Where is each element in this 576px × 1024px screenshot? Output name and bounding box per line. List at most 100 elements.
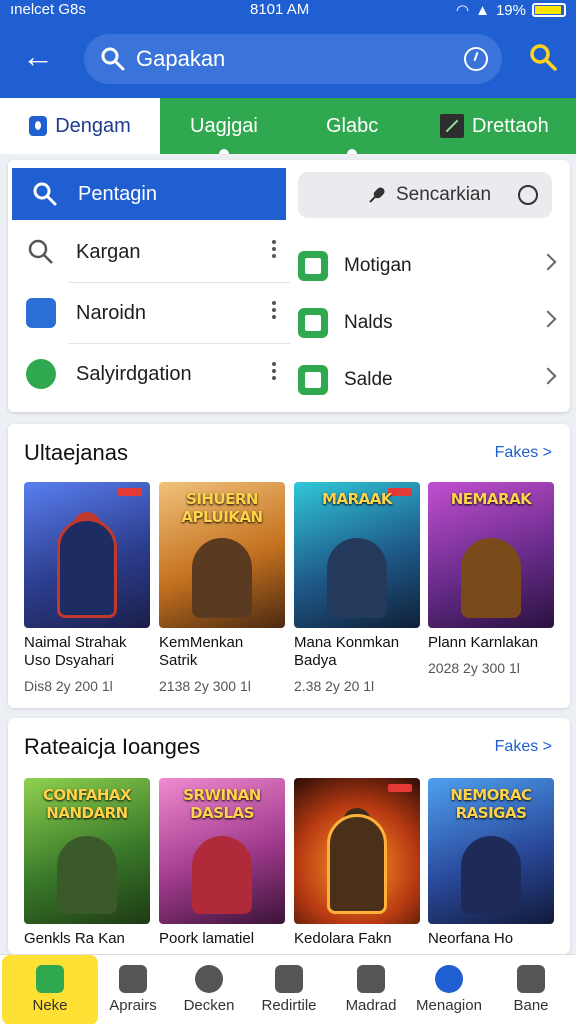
app-icon — [298, 308, 328, 338]
search-icon — [28, 239, 53, 264]
nav-menagion[interactable]: Menagion — [408, 955, 490, 1024]
battery-percent: 19% — [495, 1, 526, 19]
game-meta: 2.38 2y 20 1l — [294, 678, 375, 694]
game-thumbnail — [24, 482, 150, 628]
game-card[interactable]: Kedolara Fakn — [294, 778, 420, 948]
tab-uagjgai[interactable]: Uagjgai — [190, 98, 258, 154]
game-card[interactable]: SIHUERN APLUIKAN KemMenkan Satrik 2138 2… — [159, 482, 285, 694]
nav-bane[interactable]: Bane — [490, 955, 572, 1024]
app-icon — [298, 365, 328, 395]
tab-dengam[interactable]: Dengam — [0, 98, 160, 154]
list-item-salde[interactable]: Salde — [296, 352, 564, 408]
nav-label: Aprairs — [109, 997, 157, 1014]
minus-circle-icon — [26, 359, 56, 389]
timer-icon — [518, 185, 538, 205]
app-icon — [298, 251, 328, 281]
game-logo: NEMARAK — [450, 490, 532, 508]
document-icon — [26, 298, 56, 328]
nav-label: Madrad — [345, 997, 397, 1014]
nav-madrad[interactable]: Madrad — [330, 955, 412, 1024]
search-submit-icon[interactable] — [528, 42, 558, 72]
profile-icon — [195, 965, 223, 993]
list-item-label: Kargan — [76, 240, 141, 263]
more-vert-icon[interactable] — [272, 301, 276, 321]
game-title: Kedolara Fakn — [294, 930, 392, 947]
more-vert-icon[interactable] — [272, 240, 276, 260]
tab-label: Drettaoh — [472, 114, 549, 137]
nav-label: Redirtile — [261, 997, 317, 1014]
nav-redirtile[interactable]: Redirtile — [248, 955, 330, 1024]
nav-decken[interactable]: Decken — [168, 955, 250, 1024]
badge — [118, 488, 142, 496]
list-item-label: Naroidn — [76, 301, 147, 324]
quick-panel: Pentagin Sencarkian Kargan Naroidn Salyi… — [8, 160, 570, 412]
gallery-icon — [275, 965, 303, 993]
game-thumbnail: CONFAHAX NANDARN — [24, 778, 150, 924]
search-bar[interactable] — [84, 34, 502, 84]
game-card[interactable]: CONFAHAX NANDARN Genkls Ra Kan — [24, 778, 150, 948]
see-more-link[interactable]: Fakes > — [495, 444, 552, 462]
tab-label: Uagjgai — [190, 114, 258, 137]
game-title: Naimal Strahak Uso Dsyahari — [24, 634, 127, 669]
game-meta: Dis8 2y 200 1l — [24, 678, 113, 694]
game-meta: 2028 2y 300 1l — [428, 660, 520, 676]
game-title: KemMenkan Satrik — [159, 634, 244, 669]
game-thumbnail: NEMORAC RASIGAS — [428, 778, 554, 924]
list-item-naroidn[interactable]: Naroidn — [8, 283, 290, 343]
list-item-kargan[interactable]: Kargan — [8, 222, 290, 282]
nav-label: Neke — [32, 997, 68, 1014]
game-card[interactable]: Naimal Strahak Uso Dsyahari Dis8 2y 200 … — [24, 482, 150, 694]
chevron-right-icon — [539, 253, 557, 271]
history-icon[interactable] — [464, 47, 488, 71]
tab-drettaoh[interactable]: Drettaoh — [440, 98, 549, 154]
list-item-motigan[interactable]: Motigan — [296, 238, 564, 294]
game-card[interactable]: MARAAK Mana Konmkan Badya 2.38 2y 20 1l — [294, 482, 420, 694]
pentagin-button[interactable]: Pentagin — [12, 168, 286, 220]
game-logo: NEMORAC RASIGAS — [450, 786, 532, 822]
character-figure — [57, 836, 117, 914]
signal-icon: ▲ — [475, 1, 490, 19]
game-logo: SRWINAN DASLAS — [183, 786, 261, 822]
game-logo: MARAAK — [322, 490, 392, 508]
battery-icon — [532, 3, 566, 17]
person-icon — [357, 965, 385, 993]
nav-home[interactable]: Neke — [2, 955, 98, 1024]
game-card[interactable]: NEMARAK Plann Karnlakan 2028 2y 300 1l — [428, 482, 554, 676]
storage-icon — [517, 965, 545, 993]
game-card[interactable]: SRWINAN DASLAS Poork lamatiel — [159, 778, 285, 948]
back-arrow-icon[interactable]: ← — [18, 36, 58, 76]
game-title: Plann Karnlakan — [428, 634, 539, 651]
chevron-right-icon — [539, 367, 557, 385]
game-thumbnail: MARAAK — [294, 482, 420, 628]
game-meta: 2138 2y 300 1l — [159, 678, 251, 694]
list-item-label: Salde — [344, 369, 393, 390]
sencarkian-button[interactable]: Sencarkian — [298, 172, 552, 218]
chat-icon — [119, 965, 147, 993]
game-thumbnail: NEMARAK — [428, 482, 554, 628]
nav-apps[interactable]: Aprairs — [92, 955, 174, 1024]
search-input[interactable] — [136, 44, 436, 74]
see-more-link[interactable]: Fakes > — [495, 738, 552, 756]
more-vert-icon[interactable] — [272, 362, 276, 382]
pentagin-label: Pentagin — [78, 182, 157, 205]
list-item-salyirdgation[interactable]: Salyirdgation — [8, 344, 290, 404]
character-figure — [327, 538, 387, 618]
home-icon — [36, 965, 64, 993]
tab-label: Dengam — [55, 114, 131, 137]
wifi-icon: ◠ — [456, 2, 470, 19]
puzzle-icon — [440, 114, 464, 138]
character-figure — [57, 518, 117, 618]
game-card[interactable]: NEMORAC RASIGAS Neorfana Ho — [428, 778, 554, 948]
carrier-label: ınelcet G8s — [10, 1, 86, 18]
bottom-nav: Neke Aprairs Decken Redirtile Madrad Men… — [0, 954, 576, 1024]
microphone-icon — [364, 182, 389, 207]
game-logo: SIHUERN APLUIKAN — [181, 490, 263, 526]
tab-glabc[interactable]: Glabc — [326, 98, 378, 154]
section-ultaejanas: Ultaejanas Fakes > Naimal Strahak Uso Ds… — [8, 424, 570, 708]
sencarkian-label: Sencarkian — [396, 184, 492, 205]
character-figure — [192, 836, 252, 914]
tab-indicator — [218, 149, 229, 154]
section-title: Rateaicja Ioanges — [24, 734, 201, 759]
list-item-nalds[interactable]: Nalds — [296, 295, 564, 351]
character-figure — [192, 538, 252, 618]
